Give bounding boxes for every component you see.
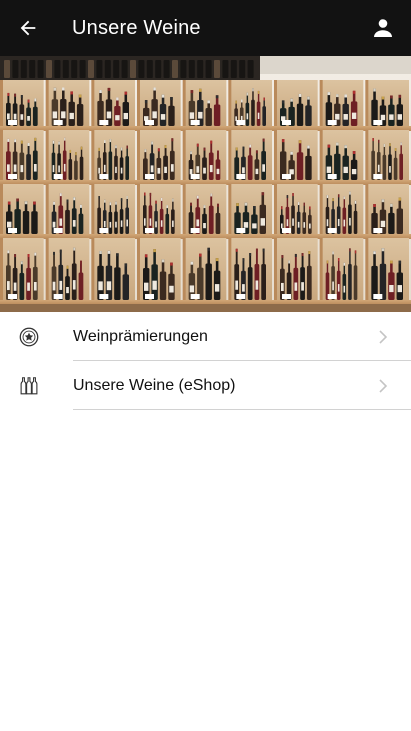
app-bar: Unsere Weine	[0, 0, 411, 56]
back-button[interactable]	[0, 0, 56, 56]
chevron-right-icon	[379, 378, 388, 393]
menu-item-weinpraemierungen[interactable]: Weinprämierungen	[0, 312, 411, 361]
menu-item-label: Weinprämierungen	[73, 327, 208, 345]
menu-list: Weinprämierungen Unsere Weine (eShop)	[0, 312, 411, 410]
account-button[interactable]	[369, 14, 397, 42]
wine-bottles-icon	[16, 373, 42, 399]
page-title: Unsere Weine	[72, 16, 201, 39]
divider	[73, 409, 411, 410]
arrow-left-icon	[20, 20, 36, 36]
menu-item-eshop[interactable]: Unsere Weine (eShop)	[0, 361, 411, 410]
person-icon	[374, 19, 392, 37]
hero-image-wine-shelves	[0, 56, 411, 312]
wine-shelves-photo	[0, 56, 411, 312]
award-medal-icon	[16, 324, 42, 350]
menu-item-label: Unsere Weine (eShop)	[73, 376, 236, 394]
chevron-right-icon	[379, 329, 388, 344]
